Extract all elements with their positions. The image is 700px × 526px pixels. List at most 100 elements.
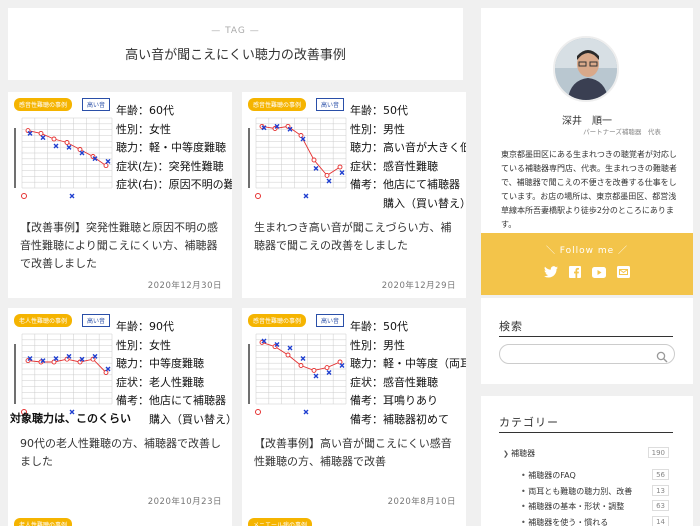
card-title[interactable]: 生まれつき高い音が聞こえづらい方、補聴器で聞こえの改善をしました [254, 219, 458, 255]
category-label: 両耳とも難聴の聴力別、改善 [528, 486, 633, 496]
category-widget: カテゴリー ❯ 補聴器 190 • 補聴器のFAQ 56 • 両耳とも難聴の聴力別、改善… [481, 396, 693, 526]
info-line: 聴力：高い音が大きく低下 [350, 141, 466, 154]
category-count: 56 [652, 469, 669, 480]
card-thumbnail[interactable]: 感音性難聴の事例高い音年齢：50代性別：男性聴力：軽・中等度（両耳） 症状：感音性… [242, 308, 466, 428]
legend-cross [303, 193, 309, 199]
category-count: 63 [652, 500, 669, 511]
profile-widget: 深井 順一 パートナーズ補聴器 代表 東京都墨田区にある生まれつきの聴覚者が対応… [481, 8, 693, 295]
profile-description: 東京都墨田区にある生まれつきの聴覚者が対応している補聴器専門店、代表。生まれつき… [501, 150, 677, 229]
search-input[interactable] [510, 349, 660, 367]
right-ear-point [298, 133, 304, 138]
left-ear-point [300, 136, 306, 142]
mail-icon[interactable] [615, 264, 631, 280]
article-card[interactable]: 感音性難聴の事例 高い音 年齢：60代 性別：女性 聴力：軽・中等度難聴 症状(左)：突発… [8, 92, 232, 298]
info-line: 購入（買い替え） [116, 412, 232, 426]
info-line: 聴力：軽・中等度（両耳） [350, 357, 466, 370]
article-card[interactable]: 感音性難聴の事例高い音年齢：50代性別：男性聴力：軽・中等度（両耳） 症状：感音性… [242, 308, 466, 514]
audiogram-chart [14, 333, 113, 415]
info-line: 症状(左)：突発性難聴 [116, 159, 224, 173]
tag-badge: 高い音 [316, 98, 345, 111]
category-count: 13 [652, 484, 669, 496]
facebook-icon[interactable] [567, 264, 583, 280]
category-item[interactable]: • 補聴器のFAQ [521, 470, 576, 481]
right-ear-point [77, 147, 83, 152]
right-ear-point [285, 352, 291, 358]
chevron-right-icon: ❯ [503, 450, 512, 458]
card-thumbnail[interactable]: 老人性難聴の事例 高い音 年齢：90代 性別：女性 聴力：中等度難聴 症状：老人性難聴 備考… [8, 308, 232, 428]
category-badge: 感音性難聴の事例 [14, 98, 73, 111]
info-line: 年齢：50代 [350, 104, 408, 117]
search-box[interactable] [499, 344, 675, 367]
twitter-icon[interactable] [543, 264, 559, 280]
left-ear-point [313, 165, 319, 171]
info-line: 年齢：60代 [116, 104, 174, 117]
category-count: 190 [647, 447, 669, 458]
article-card[interactable]: 感音性難聴の事例高い音年齢：50代性別：男性聴力：高い音が大きく低下症状：感音性… [242, 92, 466, 298]
category-item[interactable]: • 補聴器を使う・慣れる [521, 517, 608, 526]
category-label: 補聴器 [511, 449, 536, 458]
card-date: 2020年8月10日 [387, 497, 456, 507]
right-ear-point [103, 163, 109, 169]
patient-info: 年齢：50代性別：男性聴力：高い音が大きく低下症状：感音性難聴備考：他店にて補聴… [350, 102, 466, 212]
left-ear-point [287, 345, 293, 351]
search-widget: 検索 [481, 298, 693, 384]
right-ear-point [38, 130, 44, 136]
patient-info: 年齢：50代性別：男性聴力：軽・中等度（両耳） 症状：感音性難聴備考：耳鳴りあり備… [350, 318, 466, 428]
right-ear-point [337, 359, 343, 365]
follow-label: ＼ Follow me ／ [545, 246, 629, 256]
info-line: 症状：感音性難聴 [350, 375, 438, 389]
left-ear-point [326, 370, 332, 375]
card-title[interactable]: 90代の老人性難聴の方、補聴器で改善しました [20, 435, 224, 471]
legend-cross [303, 409, 309, 415]
category-item[interactable]: • 両耳とも難聴の聴力別、改善 [521, 486, 632, 497]
card-thumbnail[interactable]: 感音性難聴の事例高い音年齢：50代性別：男性聴力：高い音が大きく低下症状：感音性… [242, 92, 466, 212]
right-ear-point [51, 136, 57, 142]
article-card-partial[interactable]: 老人性難聴の事例 [8, 512, 232, 526]
info-line: 性別：女性 [116, 122, 171, 136]
article-card[interactable]: 老人性難聴の事例 高い音 年齢：90代 性別：女性 聴力：中等度難聴 症状：老人性難聴 備考… [8, 308, 232, 514]
info-line: 備考：他店にて補聴器 [350, 178, 460, 191]
patient-info: 年齢：90代 性別：女性 聴力：中等度難聴 症状：老人性難聴 備考：他店にて補聴器 購入… [116, 318, 232, 428]
info-line: 年齢：50代 [350, 320, 408, 333]
card-date: 2020年12月30日 [147, 281, 222, 291]
article-card-partial[interactable]: メニエール病の事例 [242, 512, 466, 526]
card-date: 2020年10月23日 [147, 497, 222, 507]
info-line: 購入（買い替え） [350, 196, 466, 210]
youtube-icon[interactable] [591, 264, 607, 280]
right-ear-point [324, 365, 330, 371]
thumbnail-caption: 対象聴力は、このくらい [10, 412, 131, 425]
divider [499, 432, 673, 433]
category-badge: 老人性難聴の事例 [14, 314, 73, 327]
info-line: 備考：耳鳴りあり [350, 394, 438, 407]
info-line: 症状(右)：原因不明の難聴 [116, 178, 232, 191]
right-ear-point [51, 359, 57, 365]
audiogram-chart [248, 333, 347, 415]
patient-info: 年齢：60代 性別：女性 聴力：軽・中等度難聴 症状(左)：突発性難聴 症状(右)：原因… [116, 102, 232, 195]
info-line: 症状：老人性難聴 [116, 375, 204, 389]
category-item[interactable]: • 補聴器の基本・形状・調整 [521, 501, 624, 512]
legend-circle [255, 193, 261, 199]
category-title: カテゴリー [499, 416, 559, 429]
category-parent[interactable]: ❯ 補聴器 [503, 448, 535, 459]
info-line: 年齢：90代 [116, 320, 174, 333]
card-title[interactable]: 【改善事例】突発性難聴と原因不明の感音性難聴により聞こえにくい方、補聴器で改善し… [20, 219, 224, 273]
right-ear-point [298, 363, 304, 368]
divider [499, 336, 673, 337]
category-badge: 感音性難聴の事例 [248, 314, 307, 327]
right-ear-point [324, 172, 330, 178]
search-icon[interactable] [656, 348, 668, 367]
tag-badge: 高い音 [316, 314, 345, 327]
category-badge: 感音性難聴の事例 [248, 98, 307, 111]
tag-header: — TAG — 高い音が聞こえにくい聴力の改善事例 [8, 8, 463, 80]
category-count: 14 [652, 515, 669, 526]
left-ear-point [40, 135, 46, 141]
tag-badge: 高い音 [82, 98, 111, 111]
info-line: 症状：感音性難聴 [350, 159, 438, 173]
legend-cross [69, 193, 75, 199]
card-date: 2020年12月29日 [381, 281, 456, 291]
card-title[interactable]: 【改善事例】高い音が聞こえにくい感音性難聴の方、補聴器で改善 [254, 435, 458, 471]
audiogram-chart [248, 117, 347, 199]
card-thumbnail[interactable]: 感音性難聴の事例 高い音 年齢：60代 性別：女性 聴力：軽・中等度難聴 症状(左)：突発… [8, 92, 232, 212]
right-ear-point [311, 367, 317, 373]
info-line: 性別：男性 [350, 338, 405, 352]
